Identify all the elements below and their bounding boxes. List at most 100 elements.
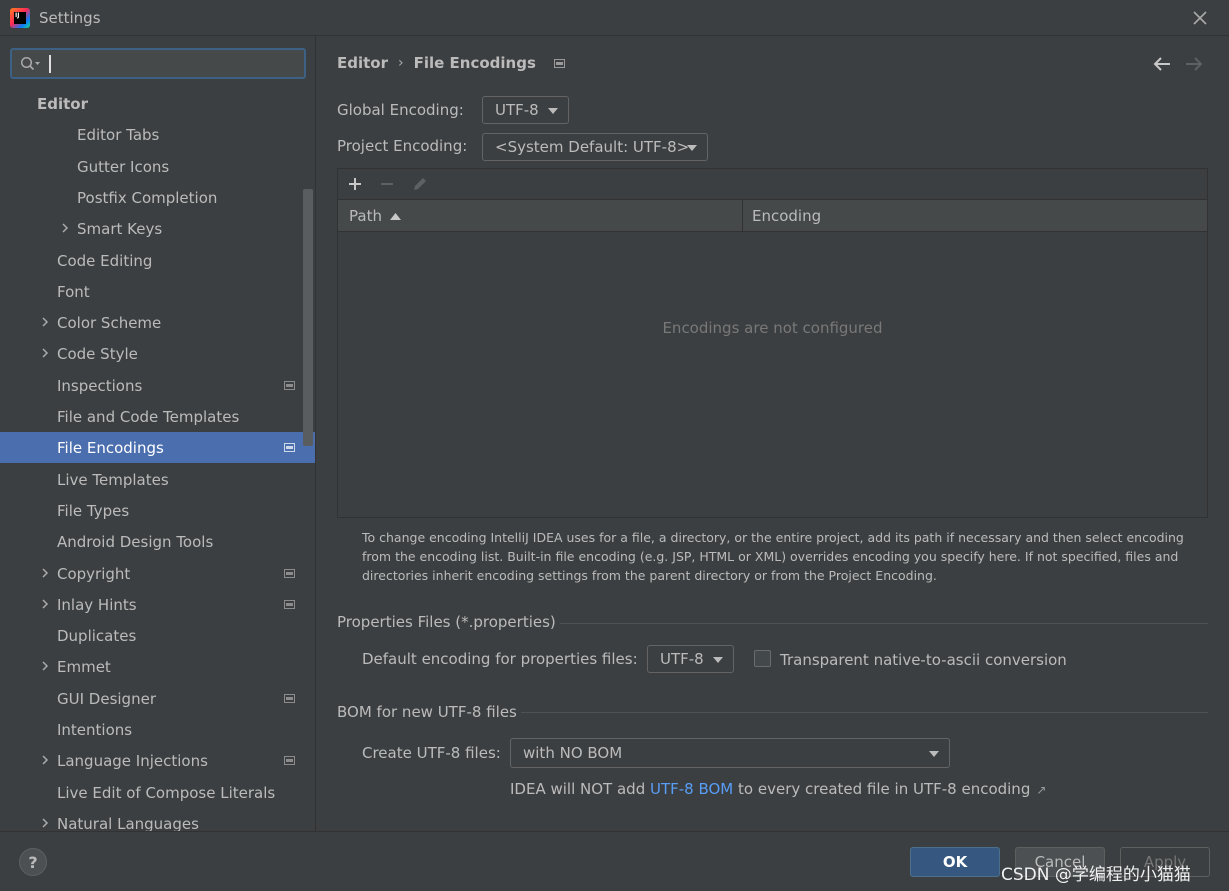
sidebar-item-label: Code Style (57, 344, 138, 363)
project-level-icon (284, 600, 295, 609)
sidebar-item-label: Color Scheme (57, 313, 162, 332)
sidebar-item-label: Emmet (57, 657, 111, 676)
sidebar-item-duplicates[interactable]: Duplicates (0, 620, 315, 651)
edit-icon[interactable] (411, 175, 429, 193)
chevron-down-icon (548, 108, 558, 114)
search-input[interactable] (10, 48, 306, 79)
chevron-right-icon[interactable] (40, 317, 50, 327)
breadcrumb-separator: › (398, 55, 404, 71)
column-divider (742, 200, 743, 232)
sidebar-item-language-injections[interactable]: Language Injections (0, 745, 315, 776)
help-button[interactable]: ? (19, 848, 47, 876)
sidebar-item-live-templates[interactable]: Live Templates (0, 464, 315, 495)
sidebar-item-label: Language Injections (57, 751, 208, 770)
sidebar-item-label: Gutter Icons (77, 157, 170, 176)
chevron-right-icon[interactable] (40, 568, 50, 578)
sidebar-item-live-edit-of-compose-literals[interactable]: Live Edit of Compose Literals (0, 777, 315, 808)
sidebar-item-label: Copyright (57, 564, 131, 583)
sidebar-item-file-types[interactable]: File Types (0, 495, 315, 526)
chevron-right-icon[interactable] (40, 348, 50, 358)
project-level-icon (284, 694, 295, 703)
sidebar-item-label: Live Templates (57, 470, 169, 489)
breadcrumb-current: File Encodings (413, 54, 536, 72)
sidebar-item-label: Live Edit of Compose Literals (57, 783, 276, 802)
global-encoding-select[interactable]: UTF-8 (482, 96, 569, 124)
sidebar-item-code-style[interactable]: Code Style (0, 338, 315, 369)
sidebar-item-gutter-icons[interactable]: Gutter Icons (0, 151, 315, 182)
sidebar-item-inspections[interactable]: Inspections (0, 370, 315, 401)
sidebar-item-code-editing[interactable]: Code Editing (0, 245, 315, 276)
chevron-right-icon[interactable] (40, 755, 50, 765)
sidebar-item-editor[interactable]: Editor (0, 88, 315, 119)
sidebar-scrollbar[interactable] (303, 189, 313, 446)
sidebar-item-label: Natural Languages (57, 814, 199, 832)
forward-arrow-icon[interactable] (1185, 56, 1203, 72)
sidebar-item-label: File and Code Templates (57, 407, 240, 426)
sidebar-item-natural-languages[interactable]: Natural Languages (0, 808, 315, 832)
transparent-conversion-checkbox[interactable] (754, 650, 771, 667)
sidebar-item-label: Editor Tabs (77, 125, 160, 144)
properties-default-label: Default encoding for properties files: (362, 650, 638, 668)
sidebar-item-emmet[interactable]: Emmet (0, 651, 315, 682)
remove-icon[interactable] (378, 175, 396, 193)
add-icon[interactable] (346, 175, 364, 193)
column-encoding-label: Encoding (752, 207, 822, 225)
external-link-icon: ↗ (1036, 783, 1047, 797)
chevron-right-icon[interactable] (60, 223, 70, 233)
settings-sidebar: Editor Editor Tabs Gutter Icons Postfix Com… (0, 36, 316, 831)
sidebar-item-gui-designer[interactable]: GUI Designer (0, 683, 315, 714)
chevron-down-icon (687, 145, 697, 151)
bom-note-suffix: to every created file in UTF-8 encoding (733, 780, 1031, 798)
sidebar-item-label: Code Editing (57, 251, 153, 270)
intellij-logo-icon: IJ (10, 7, 30, 28)
chevron-right-icon[interactable] (40, 599, 50, 609)
sidebar-item-file-encodings[interactable]: File Encodings (0, 432, 315, 463)
properties-section-title: Properties Files (*.properties) (337, 613, 556, 631)
project-encoding-value: <System Default: UTF-8> (495, 138, 690, 156)
breadcrumb: Editor › File Encodings (337, 54, 565, 72)
create-utf8-select[interactable]: with NO BOM (510, 738, 950, 768)
sidebar-item-inlay-hints[interactable]: Inlay Hints (0, 589, 315, 620)
sidebar-item-editor-tabs[interactable]: Editor Tabs (0, 119, 315, 150)
project-encoding-select[interactable]: <System Default: UTF-8> (482, 133, 708, 161)
create-utf8-value: with NO BOM (523, 744, 623, 762)
sidebar-item-file-and-code-templates[interactable]: File and Code Templates (0, 401, 315, 432)
project-level-icon (284, 443, 295, 452)
sidebar-item-postfix-completion[interactable]: Postfix Completion (0, 182, 315, 213)
section-divider (521, 712, 1208, 713)
back-arrow-icon[interactable] (1153, 56, 1171, 72)
sidebar-item-font[interactable]: Font (0, 276, 315, 307)
search-icon (20, 56, 40, 71)
sidebar-item-label: Font (57, 282, 90, 301)
window-title: Settings (39, 8, 101, 27)
sidebar-item-label: Inlay Hints (57, 595, 137, 614)
sidebar-item-copyright[interactable]: Copyright (0, 558, 315, 589)
csdn-watermark: CSDN @学编程的小猫猫 (1001, 865, 1191, 885)
sidebar-item-label: File Encodings (57, 438, 164, 457)
sidebar-item-android-design-tools[interactable]: Android Design Tools (0, 526, 315, 557)
utf8-bom-link[interactable]: UTF-8 BOM (650, 780, 733, 798)
chevron-down-icon (929, 751, 939, 757)
chevron-right-icon[interactable] (40, 818, 50, 828)
sidebar-item-label: Smart Keys (77, 219, 163, 238)
title-bar: IJ Settings (0, 0, 1229, 36)
settings-content: Editor › File Encodings Global Encoding:… (317, 36, 1229, 831)
chevron-right-icon[interactable] (40, 661, 50, 671)
sidebar-item-color-scheme[interactable]: Color Scheme (0, 307, 315, 338)
close-icon[interactable] (1189, 7, 1211, 29)
breadcrumb-parent[interactable]: Editor (337, 54, 388, 72)
sort-ascending-icon (389, 213, 401, 220)
project-level-icon (284, 381, 295, 390)
properties-encoding-select[interactable]: UTF-8 (647, 645, 734, 673)
sidebar-item-label: GUI Designer (57, 689, 156, 708)
project-level-icon (284, 569, 295, 578)
sidebar-item-smart-keys[interactable]: Smart Keys (0, 213, 315, 244)
transparent-conversion-label[interactable]: Transparent native-to-ascii conversion (780, 651, 1067, 669)
sidebar-item-intentions[interactable]: Intentions (0, 714, 315, 745)
column-header-encoding[interactable]: Encoding (752, 200, 821, 232)
ok-button[interactable]: OK (910, 847, 1000, 877)
bom-note-prefix: IDEA will NOT add (510, 780, 650, 798)
table-header: Path Encoding (338, 200, 1207, 232)
table-toolbar (338, 169, 1207, 200)
column-header-path[interactable]: Path (349, 200, 401, 232)
